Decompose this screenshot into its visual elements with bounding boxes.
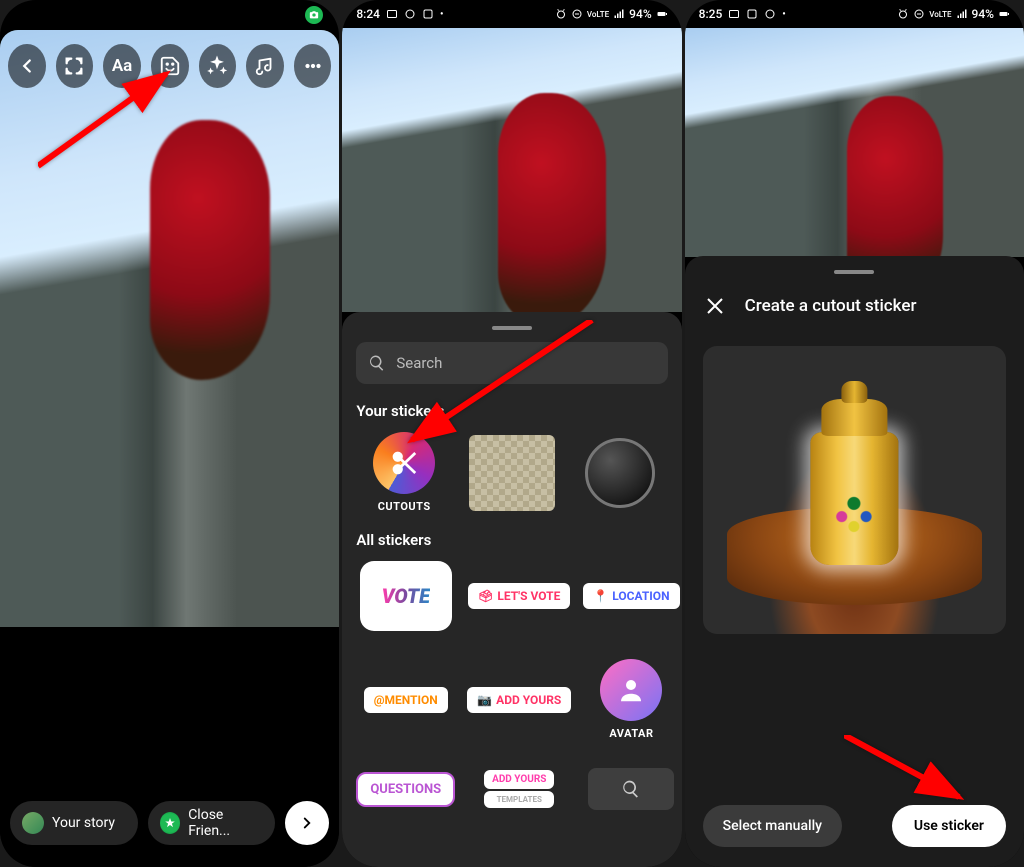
star-icon (160, 812, 181, 834)
cutouts-sticker[interactable]: CUTOUTS (373, 432, 435, 513)
status-icon (764, 8, 776, 20)
search-giphy-tile[interactable] (588, 768, 674, 810)
avatar (22, 812, 44, 834)
add-yours-templates-sticker[interactable]: ADD YOURS TEMPLATES (484, 770, 554, 808)
user-sticker-blurred[interactable] (469, 435, 555, 511)
back-button[interactable] (8, 44, 46, 88)
avatar-icon (600, 659, 662, 721)
avatar-sticker[interactable]: AVATAR (600, 659, 662, 740)
scissors-icon (373, 432, 435, 494)
location-sticker[interactable]: 📍LOCATION (583, 583, 679, 609)
add-yours-sticker[interactable]: 📷 ADD YOURS (467, 687, 571, 713)
cutout-subject (800, 381, 909, 565)
effects-button[interactable] (199, 44, 237, 88)
battery-icon (998, 8, 1010, 20)
close-button[interactable] (703, 294, 727, 318)
your-story-button[interactable]: Your story (10, 801, 138, 845)
use-sticker-button[interactable]: Use sticker (892, 805, 1006, 847)
status-icon (404, 8, 416, 20)
cutout-panel: Create a cutout sticker Select manually … (685, 256, 1024, 867)
alarm-icon (897, 8, 909, 20)
photo-content (150, 120, 270, 380)
search-icon (368, 354, 386, 372)
dnd-icon (571, 8, 583, 20)
signal-icon (613, 8, 625, 20)
dnd-icon (913, 8, 925, 20)
panel-title: Create a cutout sticker (745, 296, 917, 316)
avatar-label: AVATAR (609, 727, 653, 740)
status-icon (422, 8, 434, 20)
battery-label: 94% (972, 7, 994, 21)
select-manually-button[interactable]: Select manually (703, 805, 842, 847)
status-icon (728, 8, 740, 20)
send-button[interactable] (285, 801, 329, 845)
net-label: VoLTE (929, 10, 951, 19)
search-placeholder: Search (396, 354, 442, 372)
music-button[interactable] (246, 44, 284, 88)
battery-icon (656, 8, 668, 20)
sheet-grabber[interactable] (492, 326, 532, 330)
status-icon (746, 8, 758, 20)
status-bar: 8:24 • VoLTE 94% (342, 0, 681, 28)
clock: 8:25 (699, 7, 723, 21)
share-row: Your story Close Frien... (10, 801, 329, 845)
net-label: VoLTE (587, 10, 609, 19)
photo-content (498, 93, 606, 327)
user-sticker-coin[interactable] (585, 438, 655, 508)
close-friends-label: Close Frien... (188, 807, 263, 839)
sticker-sheet[interactable]: Search Your stickers CUTOUTS All sticker… (342, 312, 681, 867)
mention-sticker[interactable]: @MENTION (364, 687, 448, 713)
more-button[interactable] (294, 44, 332, 88)
status-bar: 8:25 • VoLTE 94% (685, 0, 1024, 28)
close-friends-button[interactable]: Close Frien... (148, 801, 276, 845)
your-story-label: Your story (52, 815, 115, 831)
alarm-icon (555, 8, 567, 20)
clock: 8:24 (356, 7, 380, 21)
sticker-button[interactable] (151, 44, 189, 88)
lets-vote-sticker[interactable]: 🗳 LET'S VOTE (468, 583, 570, 609)
sticker-picker-screen: 8:24 • VoLTE 94% Search Y (342, 0, 681, 867)
battery-label: 94% (629, 7, 651, 21)
your-stickers-heading: Your stickers (356, 402, 667, 420)
vote-sticker[interactable]: VOTE (360, 561, 452, 631)
story-canvas[interactable] (0, 30, 339, 727)
search-input[interactable]: Search (356, 342, 667, 384)
text-button[interactable]: Aa (103, 44, 141, 88)
questions-sticker[interactable]: QUESTIONS (356, 772, 455, 807)
editor-toolbar: Aa (8, 44, 331, 88)
signal-icon (956, 8, 968, 20)
cutouts-label: CUTOUTS (378, 500, 431, 513)
sheet-grabber[interactable] (834, 270, 874, 274)
cutout-editor-screen: 8:25 • VoLTE 94% Create a cutout sticke (685, 0, 1024, 867)
camera-active-icon (305, 6, 323, 24)
status-icon (386, 8, 398, 20)
cutout-preview[interactable] (703, 346, 1006, 634)
all-stickers-heading: All stickers (356, 531, 667, 549)
story-editor-screen: Aa Your story Close Frien... (0, 0, 339, 867)
fullscreen-button[interactable] (56, 44, 94, 88)
